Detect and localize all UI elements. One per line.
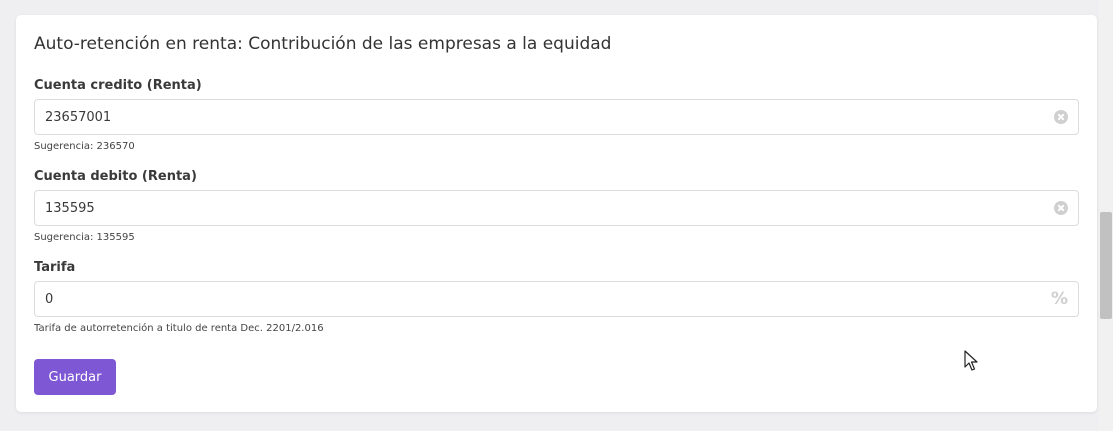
rate-input[interactable]: [35, 282, 1035, 316]
clear-icon[interactable]: [1054, 201, 1068, 215]
scrollbar-thumb[interactable]: [1100, 212, 1112, 319]
rate-hint: Tarifa de autorretención a titulo de ren…: [34, 323, 324, 334]
section-title: Auto-retención en renta: Contribución de…: [34, 34, 612, 54]
save-button[interactable]: Guardar: [34, 359, 116, 395]
clear-icon[interactable]: [1054, 110, 1068, 124]
mouse-cursor-icon: [964, 350, 978, 371]
settings-card: Auto-retención en renta: Contribución de…: [16, 15, 1097, 412]
debit-account-input[interactable]: [35, 191, 1035, 225]
debit-account-label: Cuenta debito (Renta): [34, 169, 197, 184]
credit-account-hint: Sugerencia: 236570: [34, 141, 135, 152]
credit-account-input[interactable]: [35, 100, 1035, 134]
debit-account-field[interactable]: [34, 190, 1079, 226]
credit-account-label: Cuenta credito (Renta): [34, 78, 202, 93]
debit-account-hint: Sugerencia: 135595: [34, 232, 135, 243]
rate-field[interactable]: %: [34, 281, 1079, 317]
percent-icon: %: [1050, 289, 1068, 309]
credit-account-field[interactable]: [34, 99, 1079, 135]
rate-label: Tarifa: [34, 260, 76, 275]
